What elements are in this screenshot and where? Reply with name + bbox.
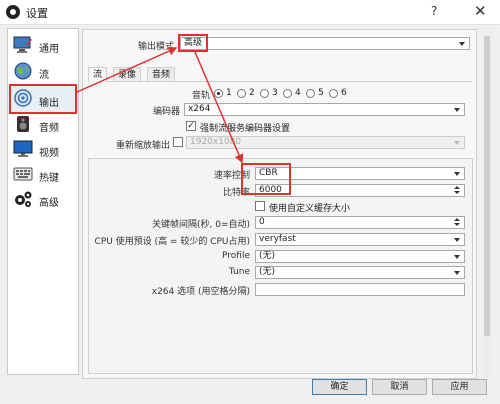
ok-button[interactable]: 确定 bbox=[312, 379, 367, 395]
apply-button[interactable]: 应用 bbox=[432, 379, 487, 395]
annotation-arrow-to-rate bbox=[194, 51, 244, 164]
cancel-button[interactable]: 取消 bbox=[372, 379, 427, 395]
annotation-arrows bbox=[76, 46, 244, 164]
annotation-arrow-to-mode bbox=[76, 46, 178, 93]
scrollbar-thumb[interactable] bbox=[484, 36, 490, 336]
